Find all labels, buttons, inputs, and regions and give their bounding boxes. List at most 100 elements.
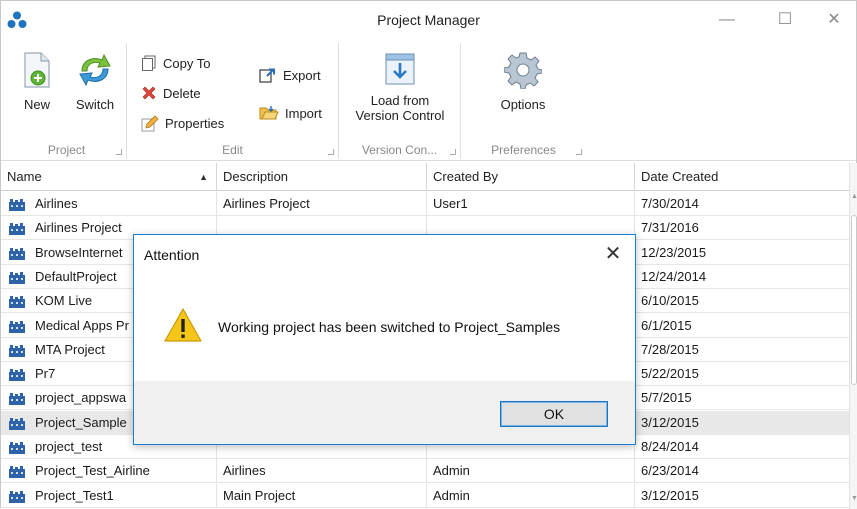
new-document-icon — [24, 52, 50, 88]
cell-description: Airlines — [223, 463, 266, 479]
load-from-label-line2: Version Control — [355, 108, 445, 123]
copy-icon — [142, 55, 156, 71]
vertical-scrollbar[interactable]: ▲ ▼ — [849, 163, 857, 509]
grid-cell: 8/24/2014 — [635, 435, 849, 459]
switch-arrows-icon — [79, 53, 111, 87]
group-label-preferences: Preferences — [491, 143, 556, 157]
project-manager-window: Project Manager — ☐ ✕ New Switch Project… — [0, 0, 857, 509]
grid-cell: 5/22/2015 — [635, 362, 849, 386]
cell-name: MTA Project — [35, 341, 105, 357]
column-header-created-by[interactable]: Created By — [427, 163, 635, 191]
project-icon — [9, 369, 25, 382]
delete-x-icon — [142, 86, 156, 100]
export-button[interactable]: Export — [259, 63, 321, 87]
grid-cell: Airlines — [217, 459, 427, 484]
project-icon — [9, 393, 25, 406]
delete-label: Delete — [163, 85, 201, 101]
cell-date: 6/1/2015 — [641, 317, 692, 333]
cell-name: Airlines Project — [35, 220, 122, 236]
properties-label: Properties — [165, 115, 225, 131]
dialog-message: Working project has been switched to Pro… — [218, 319, 561, 335]
group-launcher-edit[interactable] — [328, 149, 334, 155]
group-launcher-preferences[interactable] — [576, 149, 582, 155]
column-header-date-created[interactable]: Date Created — [635, 163, 849, 191]
grid-cell: 6/1/2015 — [635, 314, 849, 338]
project-icon — [9, 271, 25, 284]
delete-button[interactable]: Delete — [141, 81, 201, 105]
cell-date: 6/10/2015 — [641, 293, 699, 309]
project-icon — [9, 466, 25, 479]
sort-ascending-icon: ▲ — [199, 172, 208, 182]
cell-date: 7/31/2016 — [641, 220, 699, 236]
cell-date: 6/23/2014 — [641, 463, 699, 479]
properties-button[interactable]: Properties — [141, 111, 224, 135]
project-icon — [9, 223, 25, 236]
cell-name: BrowseInternet — [35, 244, 123, 260]
group-launcher-version-control[interactable] — [450, 149, 456, 155]
dialog-title: Attention — [144, 247, 200, 263]
cell-name: Project_Test1 — [35, 487, 114, 503]
load-from-version-control-button[interactable]: Load from Version Control — [345, 51, 455, 123]
grid-cell: 12/24/2014 — [635, 265, 849, 289]
copy-to-button[interactable]: Copy To — [141, 51, 210, 75]
dialog-close-button[interactable]: ✕ — [601, 241, 625, 266]
options-button[interactable]: Options — [481, 51, 565, 112]
grid-cell: 6/10/2015 — [635, 289, 849, 313]
cell-name: project_test — [35, 439, 103, 454]
ribbon-group-version-control: Load from Version Control Version Con... — [339, 43, 461, 159]
scroll-thumb[interactable] — [851, 215, 857, 385]
ribbon: New Switch Project Copy To Delete Proper… — [1, 39, 856, 161]
grid-cell: 3/12/2015 — [635, 411, 849, 435]
export-icon — [259, 68, 275, 83]
ok-button[interactable]: OK — [500, 401, 608, 427]
column-header-description[interactable]: Description — [217, 163, 427, 191]
project-icon — [9, 247, 25, 260]
cell-date: 3/12/2015 — [641, 487, 699, 503]
cell-name: Pr7 — [35, 366, 56, 382]
cell-name: Project_Test_Airline — [35, 463, 150, 479]
column-header-name[interactable]: Name ▲ — [1, 163, 217, 191]
cell-name: Airlines — [35, 196, 78, 211]
group-label-version-control: Version Con... — [361, 143, 438, 157]
options-label: Options — [500, 97, 546, 112]
grid-cell: Admin — [427, 459, 635, 484]
ribbon-group-preferences: Options Preferences — [461, 43, 586, 159]
cell-created-by: Admin — [433, 487, 470, 503]
close-window-button[interactable]: ✕ — [811, 5, 857, 35]
project-icon — [9, 442, 25, 454]
grid-cell: 3/12/2015 — [635, 484, 849, 508]
cell-name: Medical Apps Pr — [35, 317, 129, 333]
new-project-button[interactable]: New — [15, 51, 59, 112]
group-launcher-project[interactable] — [116, 149, 122, 155]
project-icon — [9, 199, 25, 211]
minimize-button[interactable]: — — [704, 5, 750, 35]
import-button[interactable]: Import — [259, 101, 322, 125]
table-row[interactable]: Airlines Airlines Project User1 7/30/2014 — [1, 192, 849, 216]
scroll-down-arrow-icon[interactable]: ▼ — [851, 495, 857, 502]
switch-button-label: Switch — [75, 97, 115, 112]
grid-cell: Project_Test1 — [1, 483, 217, 508]
cell-date: 5/7/2015 — [641, 390, 692, 406]
warning-icon — [164, 308, 202, 342]
new-button-label: New — [23, 97, 50, 112]
switch-project-button[interactable]: Switch — [69, 51, 121, 112]
cell-date: 12/24/2014 — [641, 268, 707, 284]
project-icon — [9, 320, 25, 333]
properties-pencil-icon — [141, 115, 159, 132]
cell-name: project_appswa — [35, 390, 127, 406]
cell-description: Airlines Project — [223, 196, 310, 211]
grid-cell: Project_Test_Airline — [1, 459, 217, 484]
group-label-edit: Edit — [222, 143, 243, 157]
cell-date: 5/22/2015 — [641, 366, 699, 382]
title-bar: Project Manager — ☐ ✕ — [1, 1, 856, 39]
scroll-up-arrow-icon[interactable]: ▲ — [851, 193, 857, 200]
cell-name: KOM Live — [35, 293, 93, 309]
grid-cell: Main Project — [217, 483, 427, 508]
maximize-button[interactable]: ☐ — [762, 5, 808, 35]
ribbon-group-project: New Switch Project — [7, 43, 127, 159]
gear-icon — [504, 52, 542, 89]
ribbon-group-edit: Copy To Delete Properties Export Import … — [127, 43, 339, 159]
load-version-control-icon — [385, 53, 415, 85]
table-row[interactable]: Project_Test_Airline Airlines Admin 6/23/20… — [1, 459, 849, 484]
table-row[interactable]: Project_Test1 Main Project Admin 3/12/2015 — [1, 483, 849, 508]
